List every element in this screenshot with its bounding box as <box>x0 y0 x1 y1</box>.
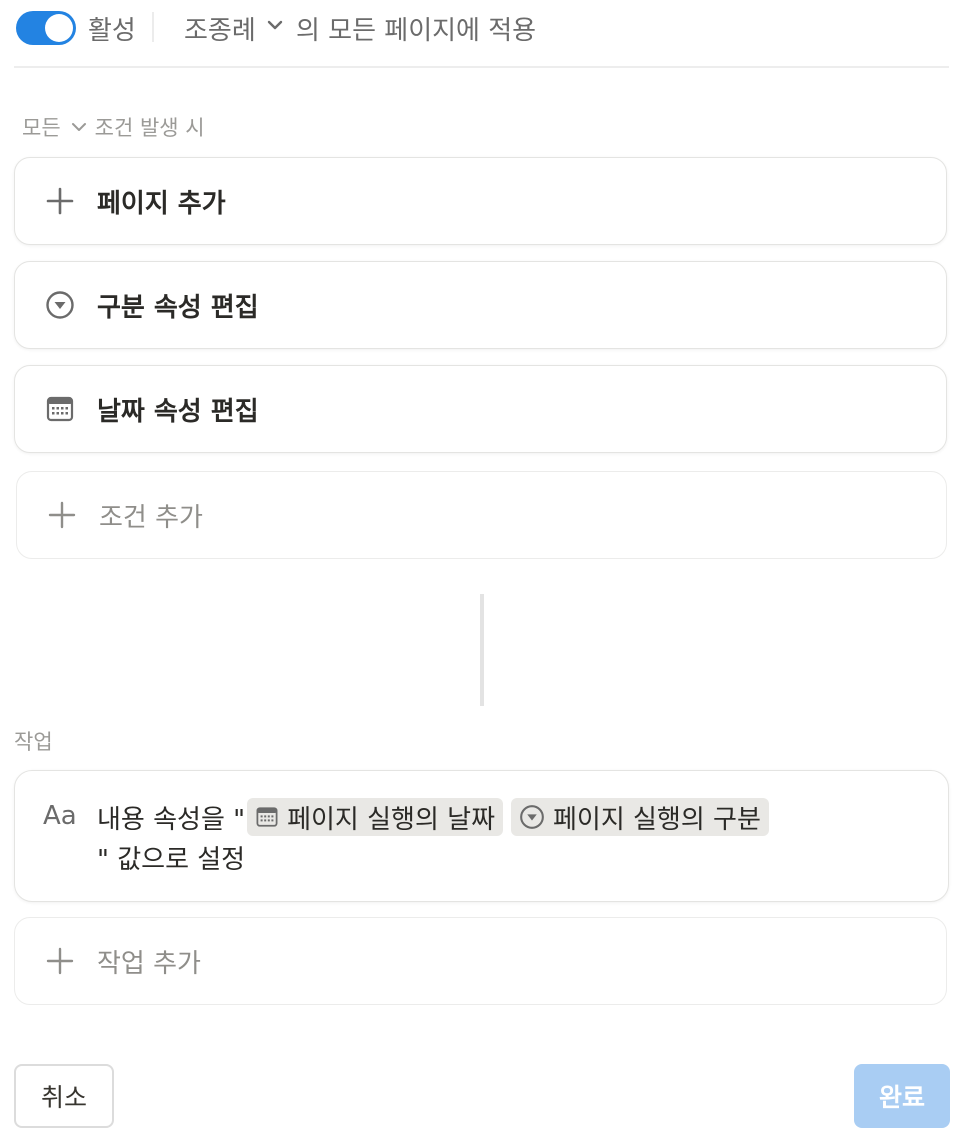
add-condition-button[interactable]: 조건 추가 <box>16 471 947 559</box>
done-button[interactable]: 완료 <box>854 1064 950 1128</box>
match-mode-selector[interactable]: 모든 <box>22 112 61 142</box>
flow-connector <box>480 594 484 706</box>
select-property-icon <box>46 291 74 319</box>
database-selector[interactable]: 조종례 <box>184 10 256 47</box>
toggle-knob <box>45 14 73 42</box>
action-suffix: " 값으로 설정 <box>97 845 246 875</box>
active-toggle[interactable] <box>16 11 76 45</box>
condition-label: 날짜 속성 편집 <box>97 397 259 427</box>
plus-icon <box>46 947 74 975</box>
plus-icon <box>46 187 74 215</box>
automation-header: 활성 조종례 의 모든 페이지에 적용 <box>14 0 949 68</box>
chip-category-label: 페이지 실행의 구분 <box>552 804 761 835</box>
variable-chip-category[interactable]: 페이지 실행의 구분 <box>510 798 769 836</box>
condition-select-edited[interactable]: 구분 속성 편집 <box>14 261 947 349</box>
actions-heading: 작업 <box>14 730 53 754</box>
active-label: 활성 <box>88 16 136 46</box>
conditions-heading: 모든 조건 발생 시 <box>22 112 205 142</box>
text-property-icon: Aa <box>43 801 77 831</box>
chevron-down-icon[interactable] <box>266 18 284 32</box>
add-action-button[interactable]: 작업 추가 <box>14 917 947 1005</box>
header-divider <box>152 12 154 42</box>
chip-date-label: 페이지 실행의 날짜 <box>287 804 495 835</box>
chevron-down-icon[interactable] <box>71 121 87 133</box>
add-action-label: 작업 추가 <box>97 949 201 979</box>
action-description: 내용 속성을 " 페이지 실행의 날짜 페이지 실행의 구분 <box>97 797 769 837</box>
conditions-heading-text: 조건 발생 시 <box>94 116 205 140</box>
plus-icon <box>48 501 76 529</box>
condition-label: 구분 속성 편집 <box>97 293 259 323</box>
apply-scope-text: 의 모든 페이지에 적용 <box>296 16 537 46</box>
condition-date-edited[interactable]: 날짜 속성 편집 <box>14 365 947 453</box>
action-prefix: 내용 속성을 " <box>97 804 246 835</box>
calendar-icon <box>256 807 278 827</box>
variable-chip-date[interactable]: 페이지 실행의 날짜 <box>247 798 503 836</box>
action-set-text-property[interactable]: Aa 내용 속성을 " 페이지 실행의 날짜 페이지 실행의 구분 " 값으로 … <box>14 770 949 902</box>
calendar-icon <box>46 396 74 422</box>
condition-page-added[interactable]: 페이지 추가 <box>14 157 947 245</box>
cancel-button[interactable]: 취소 <box>14 1064 114 1128</box>
select-property-icon <box>520 805 544 829</box>
add-condition-label: 조건 추가 <box>99 503 203 533</box>
condition-label: 페이지 추가 <box>97 189 226 219</box>
